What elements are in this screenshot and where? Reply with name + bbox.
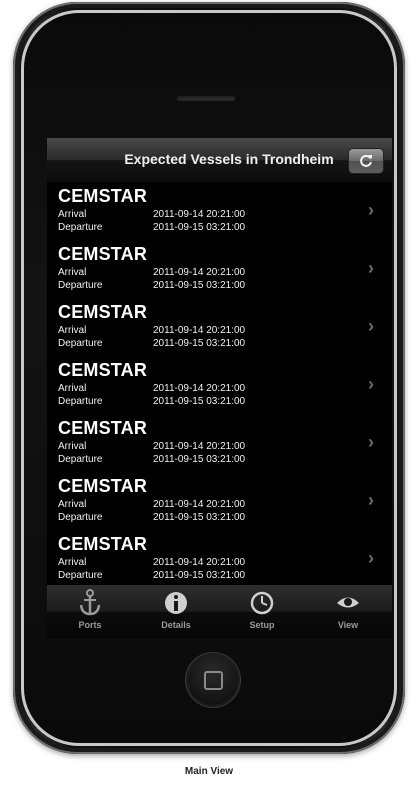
- tab-bar: Ports Details Setup View: [47, 585, 392, 638]
- arrival-label: Arrival: [58, 209, 87, 220]
- vessel-name: CEMSTAR: [58, 534, 148, 554]
- departure-time: 2011-09-15 03:21:00: [153, 512, 246, 523]
- departure-label: Departure: [58, 338, 103, 349]
- vessel-row[interactable]: CEMSTAR Arrival 2011-09-14 20:21:00 Departu…: [47, 240, 392, 298]
- tab-label: View: [337, 620, 359, 630]
- arrival-label: Arrival: [58, 557, 87, 568]
- departure-time: 2011-09-15 03:21:00: [153, 222, 246, 233]
- refresh-button[interactable]: [348, 148, 384, 174]
- departure-time: 2011-09-15 03:21:00: [153, 570, 246, 581]
- vessel-row[interactable]: CEMSTAR Arrival 2011-09-14 20:21:00 Departu…: [47, 472, 392, 530]
- vessel-name: CEMSTAR: [58, 302, 148, 322]
- tab-setup[interactable]: Setup: [219, 585, 305, 638]
- departure-label: Departure: [58, 454, 103, 465]
- departure-label: Departure: [58, 222, 103, 233]
- arrival-label: Arrival: [58, 383, 87, 394]
- page-title: Expected Vessels in Trondheim: [124, 151, 334, 167]
- vessel-row[interactable]: CEMSTAR Arrival 2011-09-14 20:21:00 Departu…: [47, 414, 392, 472]
- departure-label: Departure: [58, 396, 103, 407]
- vessel-row[interactable]: CEMSTAR Arrival 2011-09-14 20:21:00 Departu…: [47, 298, 392, 356]
- vessel-row[interactable]: CEMSTAR Arrival 2011-09-14 20:21:00 Departu…: [47, 356, 392, 414]
- vessel-list: CEMSTAR Arrival 2011-09-14 20:21:00 Departu…: [47, 182, 392, 585]
- tab-view[interactable]: View: [305, 585, 391, 638]
- chevron-right-icon: ›: [368, 374, 374, 394]
- departure-time: 2011-09-15 03:21:00: [153, 396, 246, 407]
- app-screen: Expected Vessels in Trondheim CEMSTAR Arr…: [47, 138, 392, 638]
- clock-icon: [250, 591, 274, 615]
- departure-label: Departure: [58, 512, 103, 523]
- chevron-right-icon: ›: [368, 316, 374, 336]
- departure-time: 2011-09-15 03:21:00: [153, 454, 246, 465]
- navigation-bar: Expected Vessels in Trondheim: [47, 138, 392, 183]
- vessel-name: CEMSTAR: [58, 244, 148, 264]
- anchor-icon: [79, 589, 101, 616]
- arrival-time: 2011-09-14 20:21:00: [153, 383, 246, 394]
- info-icon: [165, 592, 187, 614]
- arrival-time: 2011-09-14 20:21:00: [153, 557, 246, 568]
- vessel-row[interactable]: CEMSTAR Arrival 2011-09-14 20:21:00 Departu…: [47, 530, 392, 585]
- vessel-name: CEMSTAR: [58, 418, 148, 438]
- arrival-time: 2011-09-14 20:21:00: [153, 209, 246, 220]
- tab-label: Details: [161, 620, 191, 630]
- arrival-time: 2011-09-14 20:21:00: [153, 325, 246, 336]
- departure-time: 2011-09-15 03:21:00: [153, 280, 246, 291]
- earpiece-speaker: [176, 95, 236, 101]
- departure-label: Departure: [58, 570, 103, 581]
- arrival-label: Arrival: [58, 325, 87, 336]
- chevron-right-icon: ›: [368, 432, 374, 452]
- figure-caption: Main View: [184, 766, 234, 777]
- tab-ports[interactable]: Ports: [47, 585, 133, 638]
- tab-details[interactable]: Details: [133, 585, 219, 638]
- departure-time: 2011-09-15 03:21:00: [153, 338, 246, 349]
- arrival-label: Arrival: [58, 441, 87, 452]
- vessel-name: CEMSTAR: [58, 476, 148, 496]
- arrival-time: 2011-09-14 20:21:00: [153, 441, 246, 452]
- arrival-time: 2011-09-14 20:21:00: [153, 499, 246, 510]
- vessel-name: CEMSTAR: [58, 360, 148, 380]
- chevron-right-icon: ›: [368, 490, 374, 510]
- arrival-time: 2011-09-14 20:21:00: [153, 267, 246, 278]
- departure-label: Departure: [58, 280, 103, 291]
- arrival-label: Arrival: [58, 499, 87, 510]
- eye-icon: [337, 597, 359, 608]
- vessel-name: CEMSTAR: [58, 186, 148, 206]
- home-square-icon: [204, 671, 223, 690]
- refresh-icon: [360, 154, 372, 167]
- chevron-right-icon: ›: [368, 200, 374, 220]
- arrival-label: Arrival: [58, 267, 87, 278]
- chevron-right-icon: ›: [368, 258, 374, 278]
- tab-label: Ports: [78, 620, 102, 630]
- tab-label: Setup: [249, 620, 275, 630]
- home-button[interactable]: [188, 655, 238, 705]
- chevron-right-icon: ›: [368, 548, 374, 568]
- vessel-row[interactable]: CEMSTAR Arrival 2011-09-14 20:21:00 Departu…: [47, 182, 392, 240]
